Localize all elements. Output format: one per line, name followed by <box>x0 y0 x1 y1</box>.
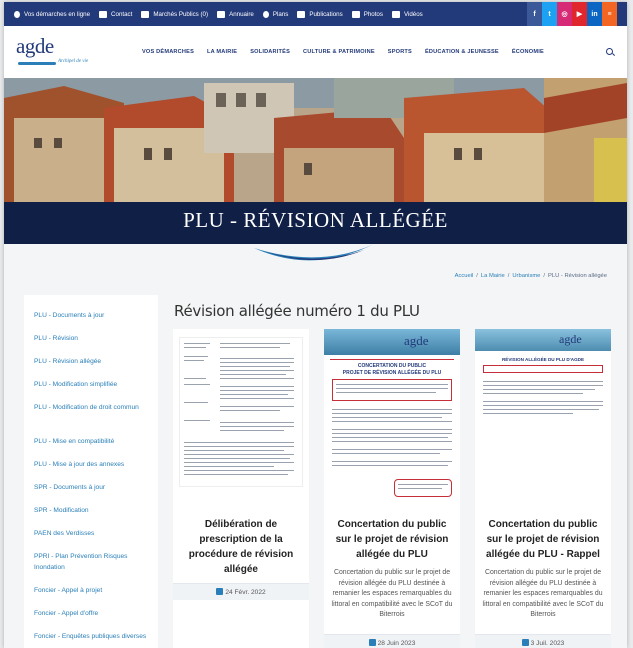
breadcrumb-urbanisme[interactable]: Urbanisme <box>512 273 540 279</box>
hero-banner: PLU - RÉVISION ALLÉGÉE <box>4 78 627 244</box>
breadcrumb-la-mairie[interactable]: La Mairie <box>481 273 505 279</box>
logo-wave-icon <box>18 62 56 65</box>
sidebar-item-plu-mise-a-jour-annexes[interactable]: PLU - Mise à jour des annexes <box>34 459 154 470</box>
sidebar-item-plu-modification-simplifiee[interactable]: PLU - Modification simplifiée <box>34 379 154 390</box>
calendar-icon <box>521 639 529 646</box>
sidebar-item-foncier-appel-offre[interactable]: Foncier - Appel d'offre <box>34 608 154 619</box>
topbar-link-publications[interactable]: Publications <box>297 2 343 26</box>
page-frame: Vos démarches en ligne Contact Marchés P… <box>4 2 627 648</box>
topbar-link-contact[interactable]: Contact <box>99 2 132 26</box>
youtube-icon[interactable]: ▶ <box>572 2 587 26</box>
breadcrumb: Accueil / La Mairie / Urbanisme / PLU - … <box>455 273 607 279</box>
nav-vos-demarches[interactable]: VOS DÉMARCHES <box>142 49 194 55</box>
card-date: 3 Juil. 2023 <box>475 634 611 648</box>
breadcrumb-separator: / <box>507 273 510 279</box>
nav-culture-patrimoine[interactable]: CULTURE & PATRIMOINE <box>303 49 375 55</box>
card-description: Concertation du public sur le projet de … <box>482 569 604 618</box>
document-card[interactable]: agde RÉVISION ALLÉGÉE DU PLU D'AGDE Conc… <box>475 329 611 648</box>
instagram-icon[interactable]: ◎ <box>557 2 572 26</box>
nav-sports[interactable]: SPORTS <box>388 49 412 55</box>
linkedin-icon[interactable]: in <box>587 2 602 26</box>
breadcrumb-accueil[interactable]: Accueil <box>455 273 474 279</box>
document-thumbnail[interactable] <box>173 329 309 517</box>
card-title[interactable]: Délibération de prescription de la procé… <box>179 517 303 577</box>
topbar-link-photos[interactable]: Photos <box>351 2 383 26</box>
sidebar-item-foncier-appel-projet[interactable]: Foncier - Appel à projet <box>34 585 154 596</box>
document-logo: agde <box>559 332 582 346</box>
document-heading: CONCERTATION DU PUBLIC <box>357 363 427 369</box>
search-icon[interactable] <box>606 48 613 55</box>
camera-icon <box>351 10 360 18</box>
folder-icon <box>297 10 306 18</box>
main-navigation: VOS DÉMARCHES LA MAIRIE SOLIDARITÉS CULT… <box>142 26 557 78</box>
sidebar-item-paen-verdisses[interactable]: PAEN des Verdisses <box>34 528 154 539</box>
sidebar-item-ppri[interactable]: PPRI - Plan Prévention Risques Inondatio… <box>34 551 154 573</box>
hero-photo <box>4 78 627 202</box>
calendar-icon <box>368 639 376 646</box>
topbar-link-annuaire[interactable]: Annuaire <box>217 2 254 26</box>
hero-title: PLU - RÉVISION ALLÉGÉE <box>183 208 448 232</box>
user-icon <box>14 10 20 18</box>
sidebar-item-plu-revision[interactable]: PLU - Révision <box>34 333 154 344</box>
topbar-link-plans[interactable]: Plans <box>262 2 288 26</box>
sidebar-item-plu-modification-droit-commun[interactable]: PLU - Modification de droit commun <box>34 402 154 413</box>
facebook-icon[interactable]: f <box>527 2 542 26</box>
list-icon <box>217 10 226 18</box>
document-card[interactable]: agde CONCERTATION DU PUBLIC PROJET DE RÉ… <box>324 329 460 648</box>
sidebar-item-foncier-enquetes[interactable]: Foncier - Enquêtes publiques diverses <box>34 631 154 642</box>
sidebar-item-plu-documents[interactable]: PLU - Documents à jour <box>34 310 154 321</box>
bank-icon <box>141 10 150 18</box>
sidebar-item-plu-mise-compatibilite[interactable]: PLU - Mise en compatibilité <box>34 436 154 447</box>
card-date: 28 Juin 2023 <box>324 634 460 648</box>
page-title: Révision allégée numéro 1 du PLU <box>174 302 420 320</box>
card-description: Concertation du public sur le projet de … <box>331 569 453 618</box>
logo-subtitle: Archipel de vie <box>58 59 89 64</box>
document-logo: agde <box>404 333 429 348</box>
coast-photo <box>475 329 611 351</box>
nav-solidarites[interactable]: SOLIDARITÉS <box>250 49 290 55</box>
document-thumbnail[interactable]: agde CONCERTATION DU PUBLIC PROJET DE RÉ… <box>324 329 460 517</box>
card-title[interactable]: Concertation du public sur le projet de … <box>481 517 605 562</box>
topbar-link-marches[interactable]: Marchés Publics (0) <box>141 2 208 26</box>
sidebar-item-spr-documents[interactable]: SPR - Documents à jour <box>34 482 154 493</box>
topbar-link-demarches[interactable]: Vos démarches en ligne <box>14 2 90 26</box>
breadcrumb-current: PLU - Révision allégée <box>548 273 607 279</box>
mail-icon <box>99 10 108 18</box>
document-card[interactable]: Délibération de prescription de la procé… <box>173 329 309 648</box>
calendar-icon <box>216 588 224 595</box>
site-header: agde Archipel de vie VOS DÉMARCHES LA MA… <box>4 26 627 78</box>
twitter-icon[interactable]: t <box>542 2 557 26</box>
wave-decoration <box>254 244 374 261</box>
breadcrumb-separator: / <box>543 273 546 279</box>
rss-icon[interactable]: ≡ <box>602 2 617 26</box>
film-icon <box>391 10 400 18</box>
coast-photo <box>324 329 460 355</box>
card-date: 24 Févr. 2022 <box>173 583 309 600</box>
sidebar-menu: PLU - Documents à jour PLU - Révision PL… <box>24 295 158 648</box>
document-page <box>179 337 303 487</box>
social-links: f t ◎ ▶ in ≡ <box>527 2 617 26</box>
map-pin-icon <box>262 10 269 18</box>
breadcrumb-separator: / <box>476 273 478 279</box>
sidebar-item-spr-modification[interactable]: SPR - Modification <box>34 505 154 516</box>
document-thumbnail[interactable]: agde RÉVISION ALLÉGÉE DU PLU D'AGDE <box>475 329 611 517</box>
nav-education-jeunesse[interactable]: ÉDUCATION & JEUNESSE <box>425 49 499 55</box>
nav-la-mairie[interactable]: LA MAIRIE <box>207 49 237 55</box>
sidebar-item-plu-revision-allegee[interactable]: PLU - Révision allégée <box>34 356 154 367</box>
nav-economie[interactable]: ÉCONOMIE <box>512 49 544 55</box>
logo-text: agde <box>16 34 54 58</box>
document-subheading: PROJET DE RÉVISION ALLÉGÉE DU PLU <box>342 370 442 376</box>
topbar-link-videos[interactable]: Vidéos <box>391 2 423 26</box>
top-utility-bar: Vos démarches en ligne Contact Marchés P… <box>4 2 627 26</box>
card-title[interactable]: Concertation du public sur le projet de … <box>330 517 454 562</box>
document-heading: RÉVISION ALLÉGÉE DU PLU D'AGDE <box>501 357 585 362</box>
